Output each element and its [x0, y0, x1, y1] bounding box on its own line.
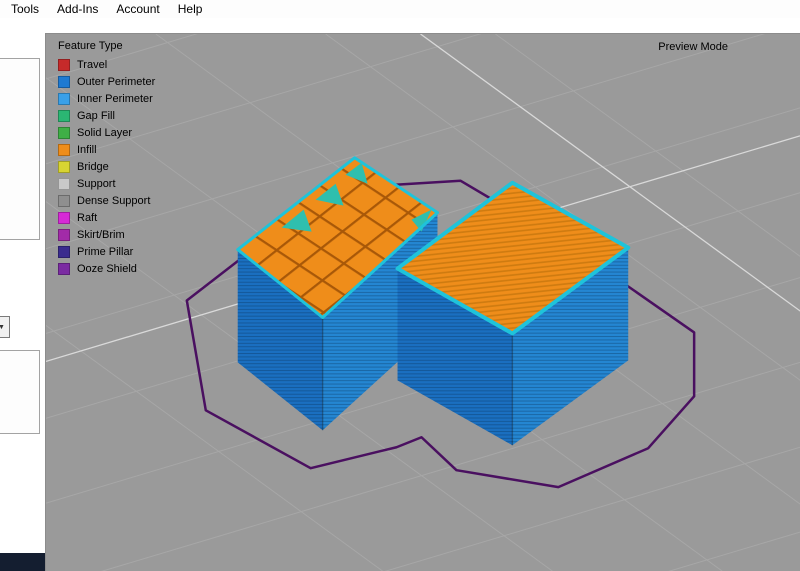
color-swatch: [58, 246, 70, 258]
legend-item-ooze-shield[interactable]: Ooze Shield: [58, 263, 155, 275]
legend-item-raft[interactable]: Raft: [58, 212, 155, 224]
preview-viewport: Feature Type Travel Outer Perimeter Inne…: [45, 33, 800, 571]
menu-item-tools[interactable]: Tools: [2, 1, 48, 17]
sidebar-groupbox-bottom: [0, 350, 40, 434]
legend-label: Solid Layer: [77, 127, 132, 139]
legend-title: Feature Type: [58, 40, 155, 52]
legend-label: Support: [77, 178, 116, 190]
legend-item-gap-fill[interactable]: Gap Fill: [58, 110, 155, 122]
legend-label: Skirt/Brim: [77, 229, 125, 241]
left-panel-fragment: ▼: [0, 18, 45, 571]
legend-label: Dense Support: [77, 195, 150, 207]
color-swatch: [58, 263, 70, 275]
color-swatch: [58, 144, 70, 156]
legend-label: Inner Perimeter: [77, 93, 153, 105]
color-swatch: [58, 195, 70, 207]
sidebar-groupbox-top: [0, 58, 40, 240]
color-swatch: [58, 161, 70, 173]
legend-item-travel[interactable]: Travel: [58, 59, 155, 71]
legend-label: Travel: [77, 59, 107, 71]
legend-label: Gap Fill: [77, 110, 115, 122]
menu-item-add-ins[interactable]: Add-Ins: [48, 1, 107, 17]
color-swatch: [58, 229, 70, 241]
legend-item-solid-layer[interactable]: Solid Layer: [58, 127, 155, 139]
legend-item-infill[interactable]: Infill: [58, 144, 155, 156]
legend-item-support[interactable]: Support: [58, 178, 155, 190]
color-swatch: [58, 178, 70, 190]
feature-type-legend: Feature Type Travel Outer Perimeter Inne…: [58, 40, 155, 280]
legend-label: Bridge: [77, 161, 109, 173]
color-swatch: [58, 212, 70, 224]
menu-bar: Tools Add-Ins Account Help: [0, 0, 800, 18]
legend-item-bridge[interactable]: Bridge: [58, 161, 155, 173]
preview-mode-label: Preview Mode: [658, 41, 728, 53]
legend-item-dense-support[interactable]: Dense Support: [58, 195, 155, 207]
legend-item-inner-perimeter[interactable]: Inner Perimeter: [58, 93, 155, 105]
legend-label: Prime Pillar: [77, 246, 133, 258]
color-swatch: [58, 127, 70, 139]
color-swatch: [58, 93, 70, 105]
color-swatch: [58, 59, 70, 71]
color-swatch: [58, 110, 70, 122]
chevron-down-icon: ▼: [0, 317, 9, 337]
menu-item-account[interactable]: Account: [107, 1, 168, 17]
menu-item-help[interactable]: Help: [169, 1, 212, 17]
color-swatch: [58, 76, 70, 88]
legend-item-outer-perimeter[interactable]: Outer Perimeter: [58, 76, 155, 88]
viewport-canvas[interactable]: [46, 34, 800, 571]
sidebar-combobox-fragment[interactable]: ▼: [0, 316, 10, 338]
legend-label: Ooze Shield: [77, 263, 137, 275]
app-window: Tools Add-Ins Account Help ▼: [0, 0, 800, 571]
legend-label: Raft: [77, 212, 97, 224]
legend-label: Outer Perimeter: [77, 76, 155, 88]
legend-item-skirt-brim[interactable]: Skirt/Brim: [58, 229, 155, 241]
legend-label: Infill: [77, 144, 97, 156]
legend-item-prime-pillar[interactable]: Prime Pillar: [58, 246, 155, 258]
